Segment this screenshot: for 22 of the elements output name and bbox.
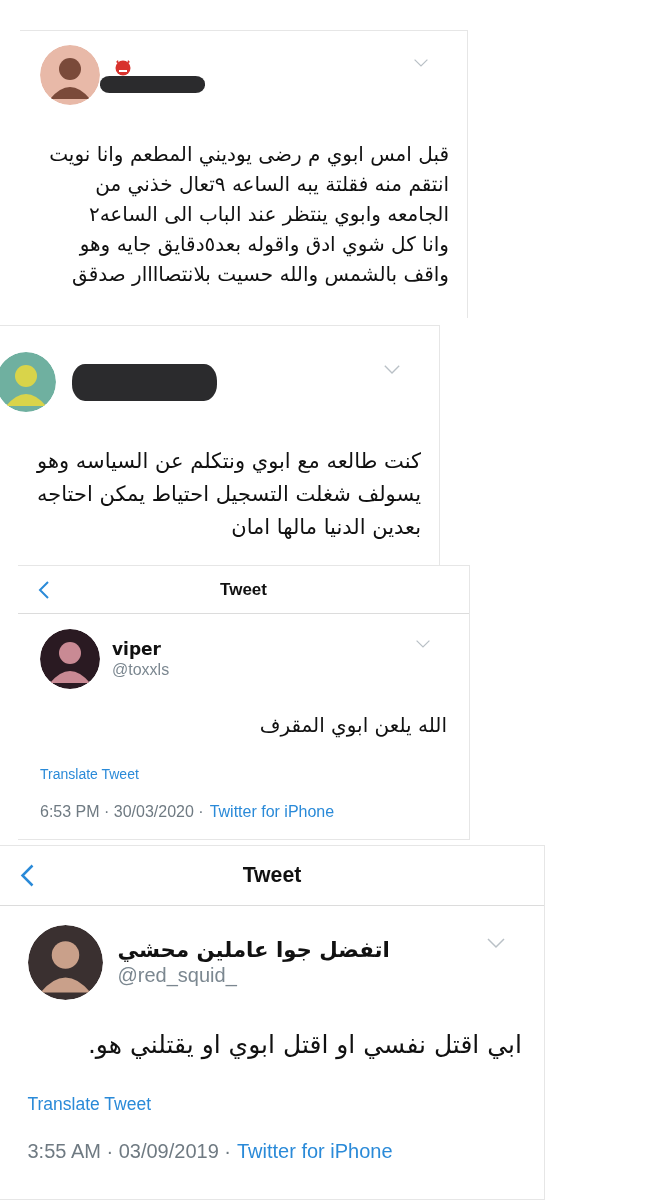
back-icon[interactable]: [20, 862, 35, 888]
timestamp: 6:53 PM · 30/03/2020 ·: [40, 803, 204, 821]
display-name[interactable]: اتفضل جوا عاملين محشي: [117, 936, 524, 962]
back-icon[interactable]: [38, 579, 50, 600]
translate-link[interactable]: Translate Tweet: [40, 766, 139, 782]
avatar[interactable]: [27, 924, 103, 1000]
source-link[interactable]: Twitter for iPhone: [236, 1140, 393, 1163]
avatar[interactable]: [40, 629, 100, 689]
translate-link[interactable]: Translate Tweet: [27, 1094, 152, 1115]
tweet-text: ابي اقتل نفسي او اقتل ابوي او يقتلني هو.: [86, 1029, 523, 1062]
timestamp: 3:55 AM · 03/09/2019 ·: [27, 1140, 231, 1163]
header-title: Tweet: [242, 862, 302, 888]
user-handle[interactable]: @toxxls: [112, 661, 449, 679]
source-link[interactable]: Twitter for iPhone: [209, 803, 335, 821]
display-name[interactable]: viper: [112, 639, 449, 659]
user-handle[interactable]: @red_squid_: [117, 964, 524, 988]
tweet-text: الله يلعن ابوي المقرف: [258, 712, 448, 739]
tweet-text: قبل امس ابوي م رضى يوديني المطعم وانا نويت انتقم منه فقلتة يبه الساعه ٩تعال خذني من الجامعه وابوي ينتظر عند الباب الى الساعه٢ وانا كل شوي ادق واقوله بعد٥دقايق جايه وهو واقف بالشمس والله حسيت بلانتصاااار صدقق: [48, 141, 450, 288]
avatar[interactable]: [40, 45, 100, 105]
header-title: Tweet: [220, 579, 267, 600]
devil-emoji-icon: [114, 57, 132, 76]
tweet-text: كنت طالعه مع ابوي ونتكلم عن السياسه وهو يسولف شغلت التسجيل احتياط يمكن احتاجه بعدين الدنيا مالها امان: [35, 448, 422, 541]
